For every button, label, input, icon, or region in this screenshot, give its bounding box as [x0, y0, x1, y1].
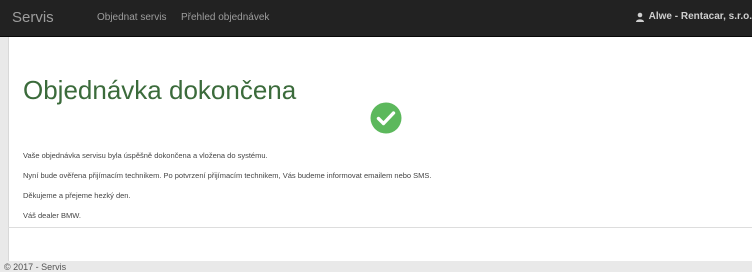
message-line: Vaše objednávka servisu byla úspěšně dok…: [23, 151, 268, 160]
footer-divider: [8, 227, 752, 228]
nav-link-order-service[interactable]: Objednat servis: [97, 12, 166, 23]
top-navbar: Servis Objednat servis Přehled objednáve…: [0, 0, 752, 37]
nav-link-orders-overview[interactable]: Přehled objednávek: [181, 12, 269, 23]
page-title: Objednávka dokončena: [23, 75, 297, 105]
message-line: Nyní bude ověřena přijímacím technikem. …: [23, 171, 432, 180]
user-menu[interactable]: Alwe - Rentacar, s.r.o.: [635, 11, 752, 22]
message-line: Váš dealer BMW.: [23, 211, 81, 220]
message-line: Děkujeme a přejeme hezký den.: [23, 191, 131, 200]
brand-link[interactable]: Servis: [12, 9, 54, 26]
check-circle-icon: [370, 102, 402, 134]
user-icon: [635, 12, 644, 22]
footer-text: © 2017 - Servis: [4, 262, 67, 272]
user-name: Alwe - Rentacar, s.r.o.: [648, 11, 752, 22]
